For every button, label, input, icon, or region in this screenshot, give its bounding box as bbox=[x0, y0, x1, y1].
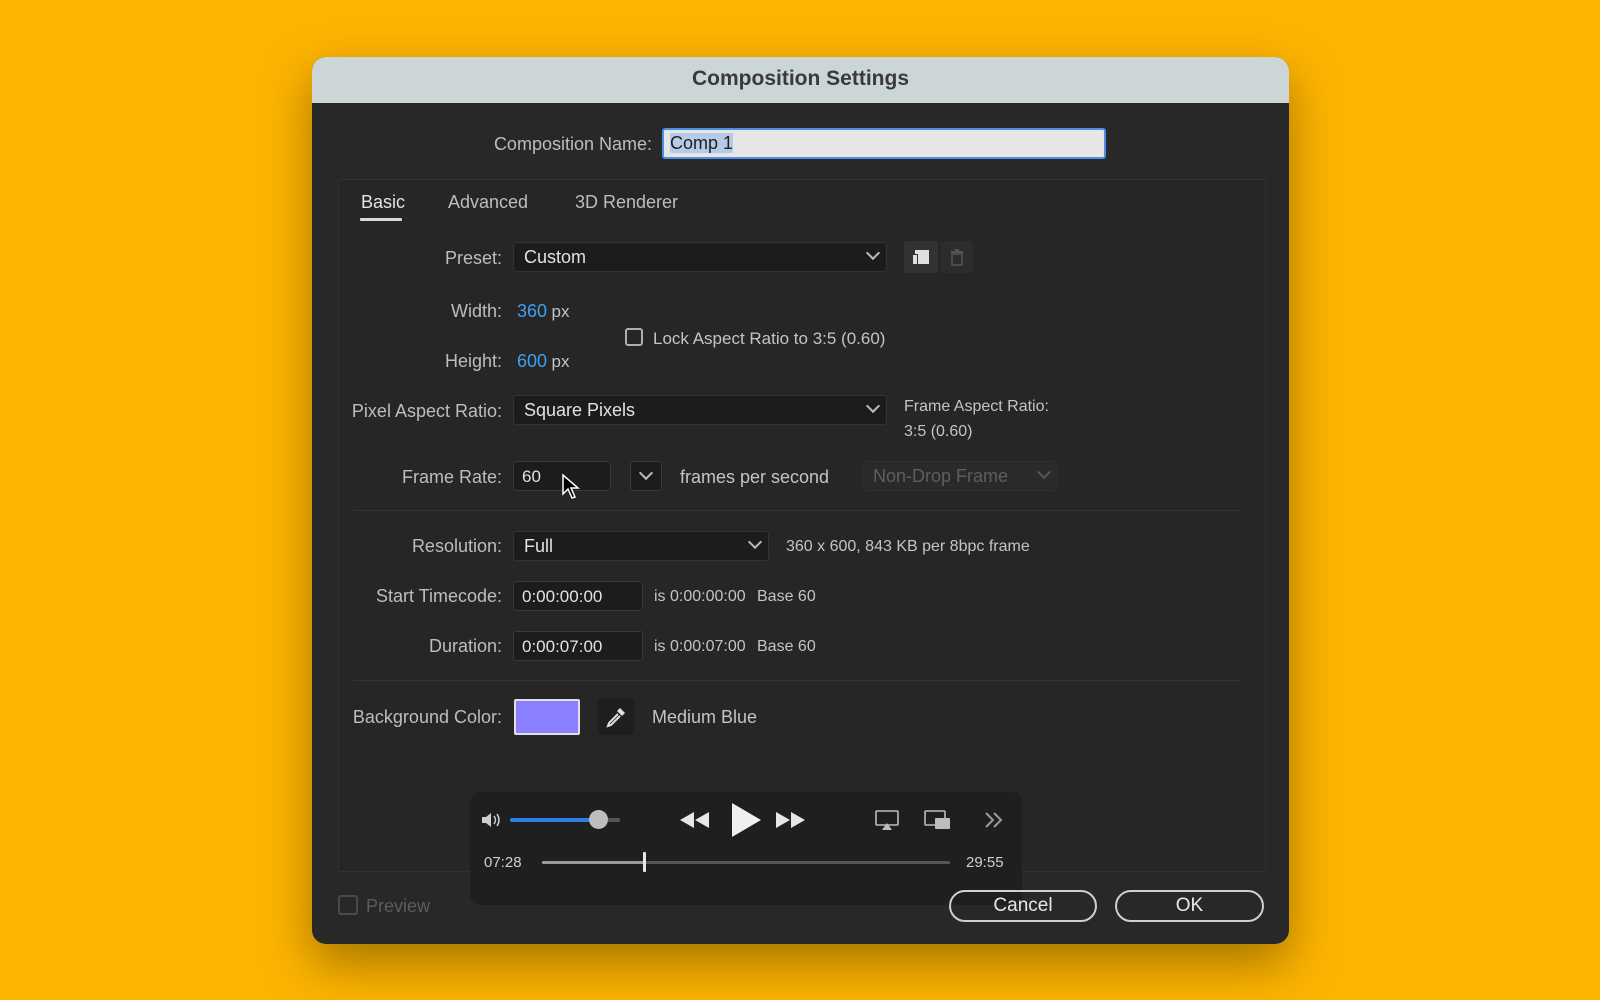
start-timecode-input[interactable]: 0:00:00:00 bbox=[513, 581, 643, 611]
media-player-controls: 07:28 29:55 bbox=[470, 792, 1022, 905]
section-divider bbox=[354, 680, 1242, 681]
frame-aspect-value: 3:5 (0.60) bbox=[904, 423, 973, 440]
eyedropper-icon bbox=[606, 708, 625, 728]
scrubber-playhead[interactable] bbox=[643, 852, 646, 872]
chevron-down-icon bbox=[865, 245, 881, 261]
resolution-value: Full bbox=[524, 536, 554, 556]
chevron-down-icon bbox=[865, 398, 881, 414]
pixel-aspect-value: Square Pixels bbox=[524, 400, 636, 420]
drop-frame-dropdown: Non-Drop Frame bbox=[862, 461, 1058, 491]
frame-rate-menu-button[interactable] bbox=[630, 461, 662, 491]
pixel-aspect-label: Pixel Aspect Ratio: bbox=[351, 401, 502, 421]
width-label: Width: bbox=[450, 301, 502, 321]
rewind-icon[interactable] bbox=[678, 808, 712, 832]
composition-settings-dialog: Composition Settings Composition Name: C… bbox=[312, 57, 1289, 944]
scrubber-progress bbox=[542, 861, 644, 864]
preview-label: Preview bbox=[366, 896, 431, 916]
start-timecode-base: Base 60 bbox=[757, 588, 816, 605]
comp-name-input[interactable]: Comp 1 bbox=[662, 128, 1106, 159]
resolution-dropdown[interactable]: Full bbox=[513, 531, 769, 561]
preset-value: Custom bbox=[524, 247, 587, 267]
chevron-down-icon bbox=[1036, 464, 1052, 480]
volume-slider-knob[interactable] bbox=[589, 810, 608, 829]
eyedropper-button[interactable] bbox=[598, 699, 634, 735]
start-timecode-label: Start Timecode: bbox=[375, 586, 502, 606]
settings-panel bbox=[338, 179, 1266, 872]
height-label: Height: bbox=[444, 351, 502, 371]
frame-rate-label: Frame Rate: bbox=[401, 467, 502, 487]
volume-slider-fill bbox=[510, 818, 598, 822]
save-preset-button[interactable] bbox=[904, 241, 938, 273]
lock-aspect-label: Lock Aspect Ratio to 3:5 (0.60) bbox=[653, 329, 886, 348]
height-unit: px bbox=[551, 352, 570, 371]
frame-aspect-label: Frame Aspect Ratio: bbox=[904, 398, 1049, 415]
preview-checkbox[interactable] bbox=[338, 895, 358, 915]
dialog-title: Composition Settings bbox=[312, 57, 1289, 103]
delete-preset-button[interactable] bbox=[941, 241, 973, 273]
duration-is: is 0:00:07:00 bbox=[654, 638, 746, 655]
play-icon[interactable] bbox=[728, 800, 764, 840]
picture-in-picture-icon[interactable] bbox=[923, 808, 953, 832]
width-value: 360 bbox=[517, 301, 548, 321]
tab-basic[interactable]: Basic bbox=[361, 192, 405, 213]
trash-icon bbox=[951, 249, 963, 266]
chevron-down-icon bbox=[747, 534, 763, 550]
duration-input[interactable]: 0:00:07:00 bbox=[513, 631, 643, 661]
ok-button[interactable]: OK bbox=[1115, 890, 1264, 922]
volume-icon[interactable] bbox=[480, 810, 504, 830]
section-divider bbox=[354, 510, 1242, 511]
bg-color-label: Background Color: bbox=[352, 707, 502, 727]
preset-dropdown[interactable]: Custom bbox=[513, 242, 887, 272]
pixel-aspect-dropdown[interactable]: Square Pixels bbox=[513, 395, 887, 425]
scrubber-track[interactable] bbox=[542, 861, 950, 864]
duration-base: Base 60 bbox=[757, 638, 816, 655]
comp-name-value: Comp 1 bbox=[670, 133, 734, 153]
resolution-info: 360 x 600, 843 KB per 8bpc frame bbox=[786, 538, 1030, 555]
save-preset-icon bbox=[912, 250, 929, 264]
lock-aspect-checkbox[interactable] bbox=[625, 328, 643, 346]
height-value: 600 bbox=[517, 351, 548, 371]
start-timecode-is: is 0:00:00:00 bbox=[654, 588, 746, 605]
chevron-down-icon bbox=[638, 465, 654, 481]
total-time: 29:55 bbox=[966, 854, 1004, 871]
width-field[interactable]: 360 px bbox=[517, 301, 569, 322]
resolution-label: Resolution: bbox=[411, 536, 502, 556]
double-chevron-right-icon[interactable] bbox=[982, 810, 1006, 830]
bg-color-name: Medium Blue bbox=[652, 707, 758, 727]
fast-forward-icon[interactable] bbox=[773, 808, 807, 832]
cancel-button[interactable]: Cancel bbox=[949, 890, 1097, 922]
mouse-cursor-icon bbox=[562, 473, 581, 499]
drop-frame-value: Non-Drop Frame bbox=[873, 466, 1009, 486]
tab-3d-renderer[interactable]: 3D Renderer bbox=[575, 192, 678, 213]
preset-label: Preset: bbox=[444, 248, 502, 268]
comp-name-label: Composition Name: bbox=[493, 134, 652, 154]
height-field[interactable]: 600 px bbox=[517, 351, 569, 372]
tab-advanced[interactable]: Advanced bbox=[448, 192, 528, 213]
fps-label: frames per second bbox=[680, 467, 830, 487]
width-unit: px bbox=[551, 302, 570, 321]
elapsed-time: 07:28 bbox=[484, 854, 522, 871]
bg-color-swatch[interactable] bbox=[514, 699, 580, 735]
airplay-icon[interactable] bbox=[874, 808, 900, 832]
duration-label: Duration: bbox=[428, 636, 502, 656]
tab-active-indicator bbox=[360, 218, 402, 221]
